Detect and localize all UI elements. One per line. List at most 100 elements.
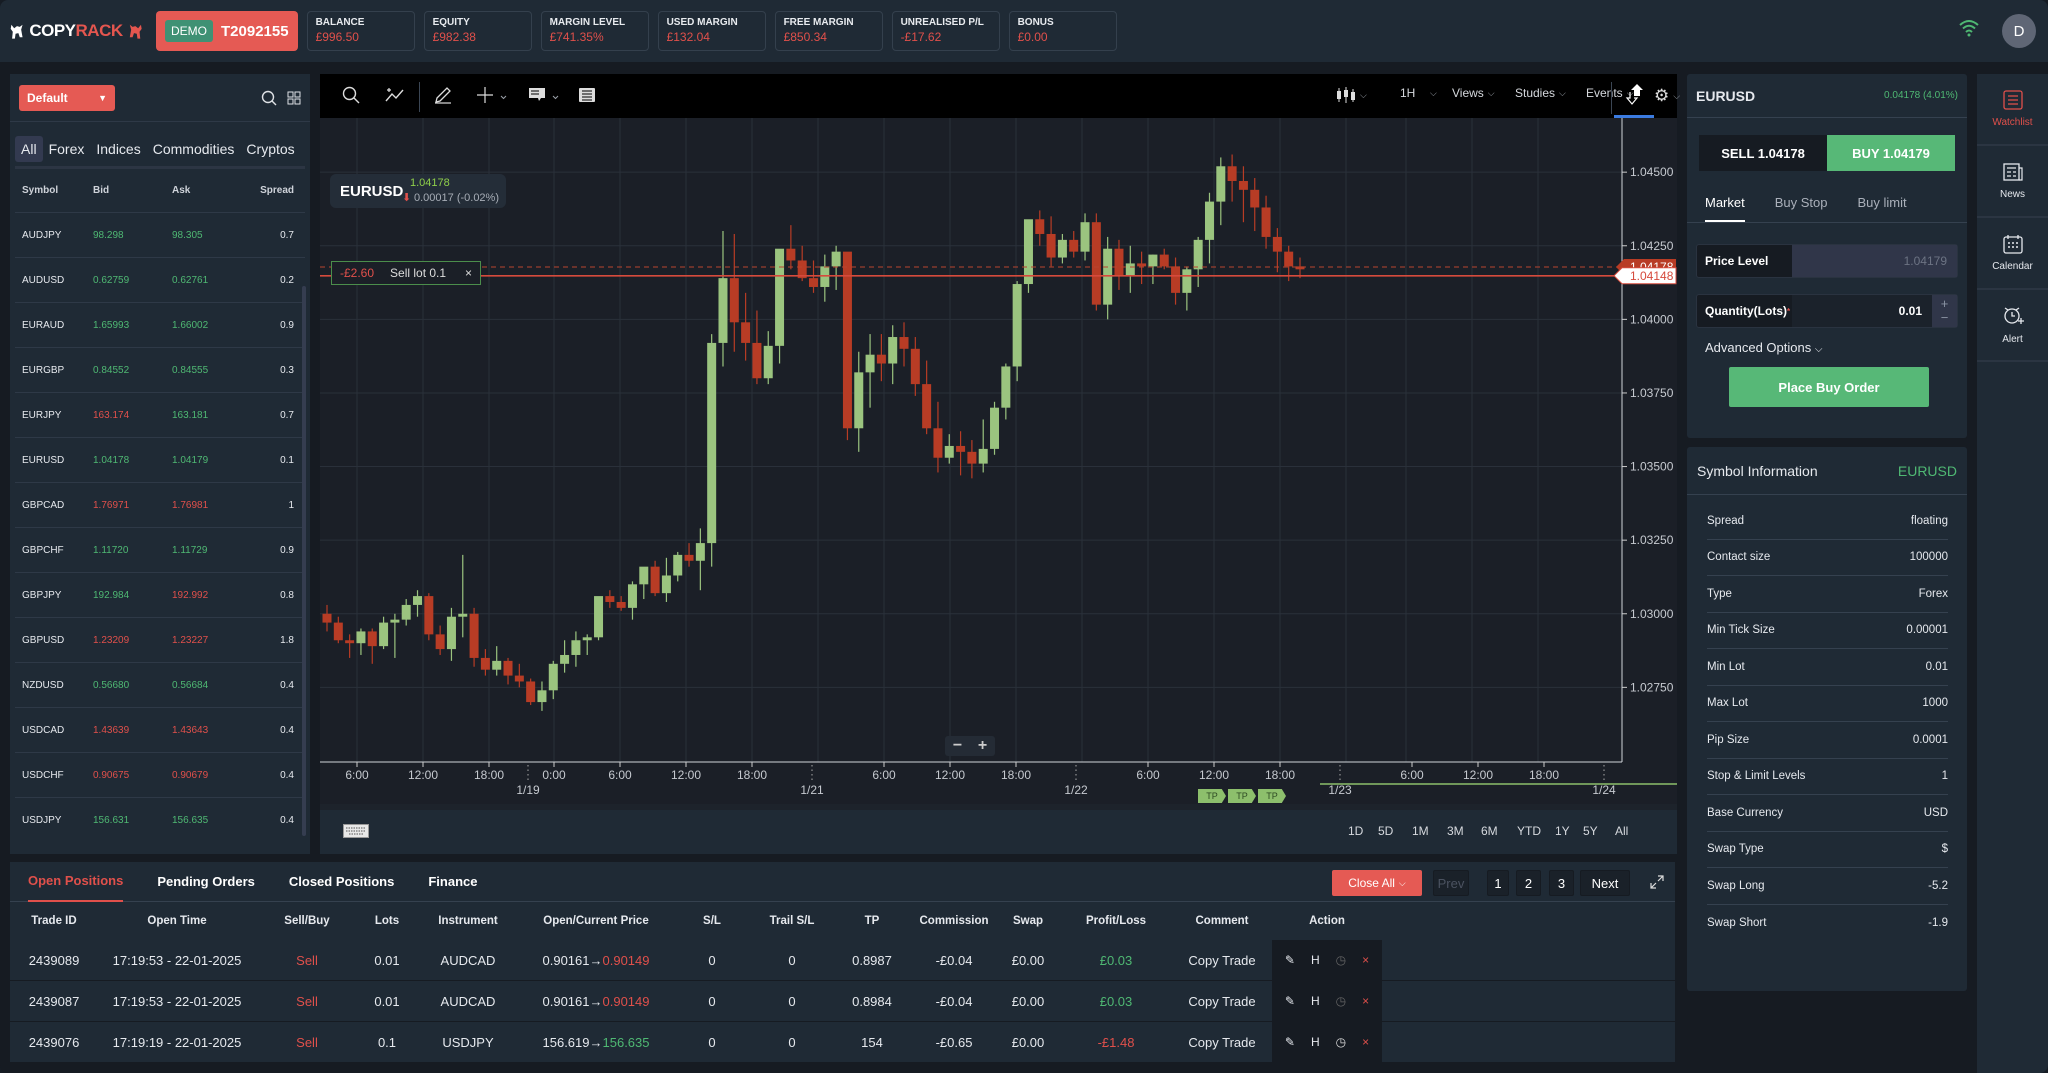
candle-body[interactable] bbox=[741, 322, 751, 343]
row-ask[interactable]: 1.11729 bbox=[172, 545, 242, 556]
tp-marker[interactable]: TP bbox=[1198, 789, 1226, 803]
candle-body[interactable] bbox=[480, 657, 490, 670]
tab-pending-orders[interactable]: Pending Orders bbox=[157, 862, 255, 902]
watchlist-row[interactable]: EURGBP 0.84552 0.84555 0.3 bbox=[15, 348, 305, 393]
annotation-icon[interactable] bbox=[527, 86, 561, 104]
watchlist-row[interactable]: NZDUSD 0.56680 0.56684 0.4 bbox=[15, 663, 305, 708]
close-trade-icon[interactable]: × bbox=[1362, 953, 1369, 967]
candle-body[interactable] bbox=[1193, 239, 1203, 270]
row-ask[interactable]: 163.181 bbox=[172, 410, 242, 421]
candle-body[interactable] bbox=[537, 690, 547, 703]
price-level-input[interactable]: 1.04179 bbox=[1792, 245, 1957, 277]
candle-body[interactable] bbox=[1238, 180, 1248, 190]
candle-body[interactable] bbox=[673, 554, 683, 576]
rail-item-watchlist[interactable]: Watchlist bbox=[1977, 74, 2048, 146]
hedge-button[interactable]: H bbox=[1311, 994, 1320, 1008]
row-bid[interactable]: 0.90675 bbox=[93, 770, 172, 781]
interval-button[interactable]: 1H ⌵ bbox=[1400, 86, 1437, 100]
candle-body[interactable] bbox=[401, 604, 411, 620]
zoom-in-button[interactable]: + bbox=[978, 737, 987, 755]
next-page-button[interactable]: Next bbox=[1580, 870, 1630, 896]
candle-body[interactable] bbox=[526, 681, 536, 703]
studies-button[interactable]: Studies ⌵ bbox=[1515, 86, 1566, 100]
watchlist-row[interactable]: USDCAD 1.43639 1.43643 0.4 bbox=[15, 708, 305, 753]
candle-body[interactable] bbox=[1171, 266, 1181, 293]
candle-body[interactable] bbox=[1091, 222, 1101, 305]
candle-body[interactable] bbox=[582, 637, 592, 641]
grid-view-icon[interactable] bbox=[287, 91, 301, 105]
search-icon[interactable] bbox=[342, 86, 360, 104]
range-button-6m[interactable]: 6M bbox=[1481, 824, 1498, 838]
category-tab-commodities[interactable]: Commodities bbox=[147, 136, 241, 162]
candle-body[interactable] bbox=[910, 348, 920, 385]
candle-body[interactable] bbox=[888, 337, 898, 364]
candle-body[interactable] bbox=[1114, 248, 1124, 276]
clock-icon[interactable]: ◷ bbox=[1336, 1035, 1346, 1049]
candle-body[interactable] bbox=[446, 616, 456, 650]
row-ask[interactable]: 0.84555 bbox=[172, 365, 242, 376]
candle-body[interactable] bbox=[1023, 219, 1033, 285]
tp-marker[interactable]: TP bbox=[1228, 789, 1256, 803]
candle-body[interactable] bbox=[435, 634, 445, 650]
candle-body[interactable] bbox=[967, 451, 977, 464]
row-ask[interactable]: 192.992 bbox=[172, 590, 242, 601]
range-button-1y[interactable]: 1Y bbox=[1555, 824, 1570, 838]
watchlist-row[interactable]: EURAUD 1.65993 1.66002 0.9 bbox=[15, 303, 305, 348]
category-tab-all[interactable]: All bbox=[15, 136, 43, 162]
position-row[interactable]: 2439087 17:19:53 - 22-01-2025 Sell 0.01 AUDC… bbox=[10, 981, 1675, 1022]
position-line-label[interactable]: -£2.60 Sell lot 0.1 × bbox=[331, 261, 481, 285]
row-bid[interactable]: 0.84552 bbox=[93, 365, 172, 376]
hedge-button[interactable]: H bbox=[1311, 953, 1320, 967]
candle-body[interactable] bbox=[763, 345, 773, 379]
candle-body[interactable] bbox=[1216, 166, 1226, 202]
edit-icon[interactable]: ✎ bbox=[1285, 953, 1295, 967]
edit-icon[interactable]: ✎ bbox=[1285, 1035, 1295, 1049]
candle-body[interactable] bbox=[650, 566, 660, 594]
candle-body[interactable] bbox=[922, 384, 932, 429]
row-bid[interactable]: 0.62759 bbox=[93, 275, 172, 286]
candle-body[interactable] bbox=[1148, 254, 1158, 267]
range-button-1d[interactable]: 1D bbox=[1348, 824, 1363, 838]
candle-body[interactable] bbox=[1035, 219, 1045, 234]
watchlist-row[interactable]: AUDJPY 98.298 98.305 0.7 bbox=[15, 213, 305, 258]
row-ask[interactable]: 1.66002 bbox=[172, 320, 242, 331]
candle-body[interactable] bbox=[990, 407, 1000, 449]
increment-icon[interactable]: + bbox=[1941, 297, 1949, 311]
candle-body[interactable] bbox=[944, 445, 954, 458]
candle-body[interactable] bbox=[469, 613, 479, 658]
row-ask[interactable]: 98.305 bbox=[172, 230, 242, 241]
candle-body[interactable] bbox=[661, 575, 671, 594]
quantity-stepper[interactable]: + − bbox=[1932, 295, 1957, 327]
candle-body[interactable] bbox=[1125, 263, 1135, 276]
draw-pencil-icon[interactable] bbox=[433, 85, 453, 105]
price-chart[interactable]: 1.04500 1.04250 1.04000 1.03750 1.03500 1.032… bbox=[320, 118, 1677, 804]
watchlist-row[interactable]: EURJPY 163.174 163.181 0.7 bbox=[15, 393, 305, 438]
candle-body[interactable] bbox=[933, 428, 943, 458]
candle-body[interactable] bbox=[1182, 269, 1192, 293]
candle-body[interactable] bbox=[899, 337, 909, 349]
row-ask[interactable]: 0.56684 bbox=[172, 680, 242, 691]
watchlist-row[interactable]: AUDUSD 0.62759 0.62761 0.2 bbox=[15, 258, 305, 303]
close-trade-icon[interactable]: × bbox=[1362, 994, 1369, 1008]
candle-body[interactable] bbox=[333, 622, 343, 641]
candle-body[interactable] bbox=[842, 251, 852, 429]
watchlist-row[interactable]: EURUSD 1.04178 1.04179 0.1 bbox=[15, 438, 305, 483]
candle-body[interactable] bbox=[854, 372, 864, 429]
category-tab-cryptos[interactable]: Cryptos bbox=[240, 136, 300, 162]
quantity-input[interactable]: 0.01 bbox=[1792, 295, 1932, 327]
candle-body[interactable] bbox=[627, 584, 637, 608]
data-table-icon[interactable] bbox=[578, 87, 596, 103]
close-position-icon[interactable]: × bbox=[465, 266, 472, 280]
rail-item-news[interactable]: News bbox=[1977, 146, 2048, 218]
chart-type-button[interactable]: ⌵ bbox=[1336, 86, 1367, 104]
candle-body[interactable] bbox=[1069, 239, 1079, 252]
tab-open-positions[interactable]: Open Positions bbox=[28, 862, 124, 902]
account-selector[interactable]: DEMO T2092155 bbox=[156, 11, 298, 51]
row-ask[interactable]: 1.04179 bbox=[172, 455, 242, 466]
candle-body[interactable] bbox=[1227, 166, 1237, 181]
expand-icon[interactable] bbox=[1650, 875, 1664, 889]
candle-body[interactable] bbox=[605, 596, 615, 602]
sell-button[interactable]: SELL 1.04178 bbox=[1699, 135, 1827, 171]
candle-body[interactable] bbox=[560, 654, 570, 664]
trade-arrows-icon[interactable] bbox=[1623, 83, 1647, 105]
